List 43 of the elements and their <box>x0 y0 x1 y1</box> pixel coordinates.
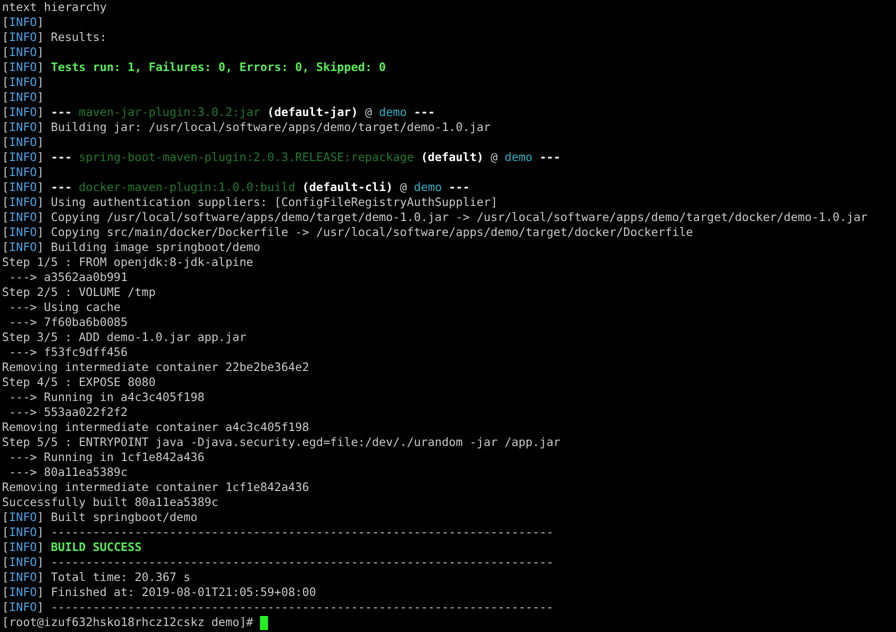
log-line: Removing intermediate container 1cf1e842a436 <box>2 480 310 495</box>
log-line: Successfully built 80a11ea5389c <box>2 495 220 510</box>
log-line: [INFO] Building jar: /usr/local/software/apps/demo/target/demo-1.0.jar <box>2 120 492 135</box>
log-line: [INFO] ------------------------------------------------------------------------ <box>2 555 554 570</box>
log-line: [INFO] ------------------------------------------------------------------------ <box>2 525 554 540</box>
log-line: [INFO] Finished at: 2019-08-01T21:05:59+08:00 <box>2 585 318 600</box>
log-line: Step 2/5 : VOLUME /tmp <box>2 285 157 300</box>
log-line: Removing intermediate container 22be2be364e2 <box>2 360 310 375</box>
log-line: ---> 7f60ba6b0085 <box>8 315 129 330</box>
log-line: [INFO] BUILD SUCCESS <box>2 540 143 555</box>
log-line: [INFO] <box>2 45 45 60</box>
log-line: Step 1/5 : FROM openjdk:8-jdk-alpine <box>2 255 254 270</box>
log-line: [INFO] Using authentication suppliers: [ConfigFileRegistryAuthSupplier] <box>2 195 499 210</box>
log-line: ---> Using cache <box>8 300 122 315</box>
log-line: [INFO] --- docker-maven-plugin:1.0.0:build (default-cli) @ demo --- <box>2 180 471 195</box>
log-line: ---> Running in 1cf1e842a436 <box>8 450 206 465</box>
log-line: [INFO] --- maven-jar-plugin:3.0.2:jar (default-jar) @ demo --- <box>2 105 436 120</box>
log-line: [INFO] Tests run: 1, Failures: 0, Errors: 0, Skipped: 0 <box>2 60 387 75</box>
log-line: [INFO] Built springboot/demo <box>2 510 198 525</box>
log-line: [INFO] Copying src/main/docker/Dockerfile -> /usr/local/software/apps/demo/target/docker/Dockerfile <box>2 225 694 240</box>
log-line: ---> Running in a4c3c405f198 <box>8 390 206 405</box>
shell-prompt: [root@izuf632hsko18rhcz12cskz demo]# <box>2 615 254 630</box>
log-line: Step 3/5 : ADD demo-1.0.jar app.jar <box>2 330 248 345</box>
log-line: [INFO] Results: <box>2 30 108 45</box>
log-line: [INFO] <box>2 75 45 90</box>
log-line: [INFO] <box>2 165 45 180</box>
log-line: [INFO] <box>2 90 45 105</box>
log-line: Removing intermediate container a4c3c405f198 <box>2 420 310 435</box>
log-line: ---> 80a11ea5389c <box>8 465 129 480</box>
log-line: ---> a3562aa0b991 <box>8 270 129 285</box>
log-line: [INFO] <box>2 15 45 30</box>
log-line: [INFO] Building image springboot/demo <box>2 240 262 255</box>
log-line: ntext hierarchy <box>2 0 108 15</box>
cursor <box>260 616 268 630</box>
log-line: [INFO] <box>2 135 45 150</box>
log-line: Step 5/5 : ENTRYPOINT java -Djava.security.egd=file:/dev/./urandom -jar /app.jar <box>2 435 562 450</box>
log-line: [INFO] --- spring-boot-maven-plugin:2.0.3.RELEASE:repackage (default) @ demo --- <box>2 150 562 165</box>
log-line: [INFO] Copying /usr/local/software/apps/demo/target/demo-1.0.jar -> /usr/local/software/apps/demo/target/docker/demo-1.0.jar <box>2 210 869 225</box>
log-line: ---> f53fc9dff456 <box>8 345 129 360</box>
log-line: ---> 553aa022f2f2 <box>8 405 129 420</box>
log-line: [INFO] Total time: 20.367 s <box>2 570 192 585</box>
log-line: Step 4/5 : EXPOSE 8080 <box>2 375 157 390</box>
log-line: [INFO] ------------------------------------------------------------------------ <box>2 600 554 615</box>
